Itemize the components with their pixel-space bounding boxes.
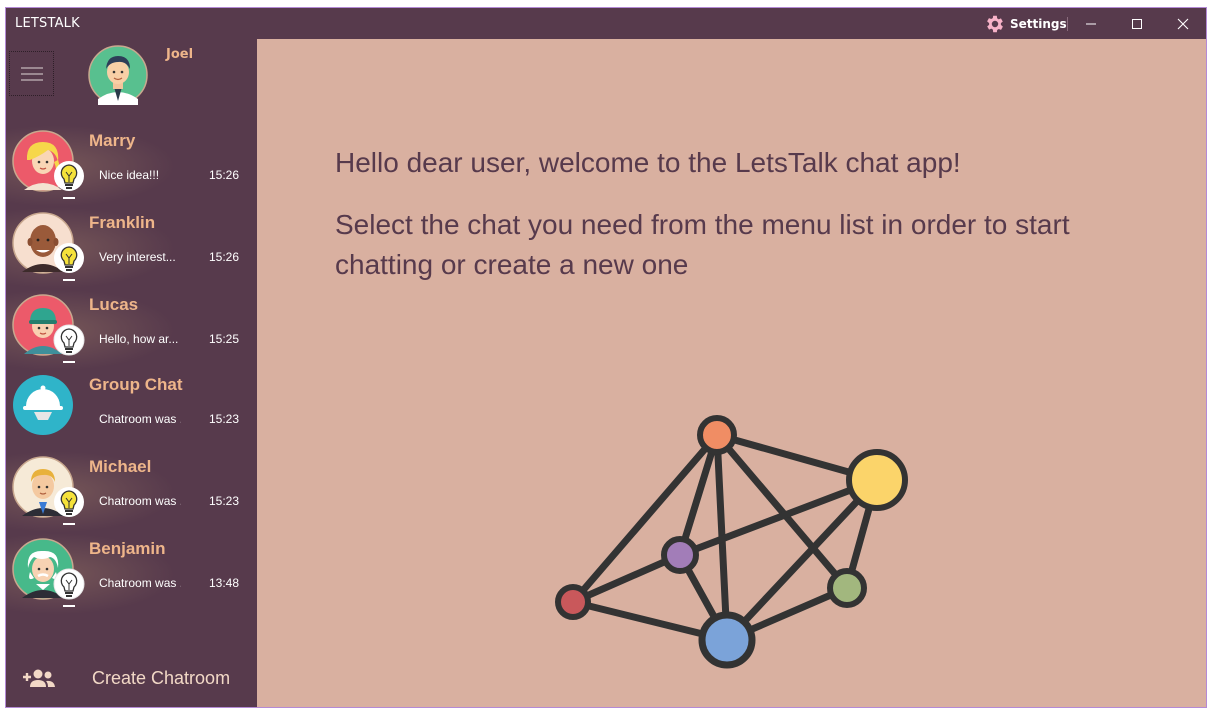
close-icon — [1177, 18, 1189, 29]
chat-time: 15:26 — [209, 250, 240, 264]
instruction-text: Select the chat you need from the menu l… — [335, 209, 1070, 280]
graph-node — [697, 415, 737, 455]
chat-item-lucas[interactable]: Lucas Hello, how ar... 15:25 — [6, 289, 257, 371]
hamburger-line — [20, 66, 43, 69]
chat-preview: Chatroom was ... — [99, 412, 181, 426]
app-window: LETSTALK Settings Joel Marry Nice idea!!… — [5, 7, 1207, 708]
chat-preview: Nice idea!!! — [99, 168, 160, 182]
chat-time: 15:25 — [209, 332, 240, 346]
lightbulb-on-icon — [54, 243, 84, 281]
chat-name: Lucas — [89, 295, 139, 314]
chat-item-group-chat[interactable]: Group Chat Chatroom was ... 15:23 — [6, 369, 257, 451]
chat-item-michael[interactable]: Michael Chatroom was ... 15:23 — [6, 451, 257, 533]
chat-name: Franklin — [89, 213, 156, 232]
sidebar: Joel Marry Nice idea!!! 15:26 Franklin V… — [6, 39, 257, 707]
minimize-button[interactable] — [1068, 8, 1114, 39]
chat-item-marry[interactable]: Marry Nice idea!!! 15:26 — [6, 125, 257, 207]
lightbulb-on-icon — [54, 161, 84, 199]
hamburger-line — [20, 72, 43, 75]
close-button[interactable] — [1160, 8, 1206, 39]
chat-item-franklin[interactable]: Franklin Very interest... 15:26 — [6, 207, 257, 289]
user-avatar[interactable] — [88, 45, 148, 105]
settings-label: Settings — [1010, 17, 1067, 31]
menu-button[interactable] — [9, 51, 54, 96]
chat-time: 15:26 — [209, 168, 240, 182]
minimize-icon — [1086, 23, 1096, 24]
gear-icon — [987, 15, 1003, 33]
graph-node — [661, 536, 699, 574]
user-name: Joel — [166, 47, 194, 62]
chat-preview: Hello, how ar... — [99, 332, 179, 346]
lightbulb-off-icon — [53, 324, 85, 363]
chat-time: 15:23 — [209, 412, 240, 426]
chat-name: Benjamin — [89, 539, 166, 558]
maximize-button[interactable] — [1114, 8, 1160, 39]
network-graph-illustration — [555, 415, 908, 669]
chat-preview: Chatroom was ... — [99, 494, 181, 508]
main-panel: Hello dear user, welcome to the LetsTalk… — [257, 39, 1206, 707]
chat-name: Michael — [89, 457, 152, 476]
chat-name: Group Chat — [89, 375, 183, 394]
chat-preview: Chatroom was ... — [99, 576, 181, 590]
hamburger-line — [20, 78, 43, 81]
lightbulb-on-icon — [54, 487, 84, 525]
graph-node — [827, 568, 867, 608]
chat-time: 13:48 — [209, 576, 240, 590]
graph-node — [846, 449, 908, 511]
title-bar: LETSTALK Settings — [6, 8, 1206, 39]
settings-button[interactable]: Settings — [984, 13, 1067, 35]
chat-preview: Very interest... — [99, 250, 176, 264]
chat-item-benjamin[interactable]: Benjamin Chatroom was ... 13:48 — [6, 533, 257, 615]
maximize-icon — [1132, 18, 1142, 29]
welcome-heading: Hello dear user, welcome to the LetsTalk… — [335, 147, 961, 178]
group-tray-avatar — [13, 375, 73, 435]
app-title: LETSTALK — [15, 16, 80, 31]
graph-node — [698, 611, 756, 669]
add-users-icon — [23, 669, 55, 687]
create-chatroom-label: Create Chatroom — [92, 668, 231, 688]
create-chatroom-button[interactable]: Create Chatroom — [6, 659, 257, 699]
lightbulb-off-icon — [53, 568, 85, 607]
chat-time: 15:23 — [209, 494, 240, 508]
graph-node — [555, 584, 591, 620]
chat-name: Marry — [89, 131, 136, 150]
